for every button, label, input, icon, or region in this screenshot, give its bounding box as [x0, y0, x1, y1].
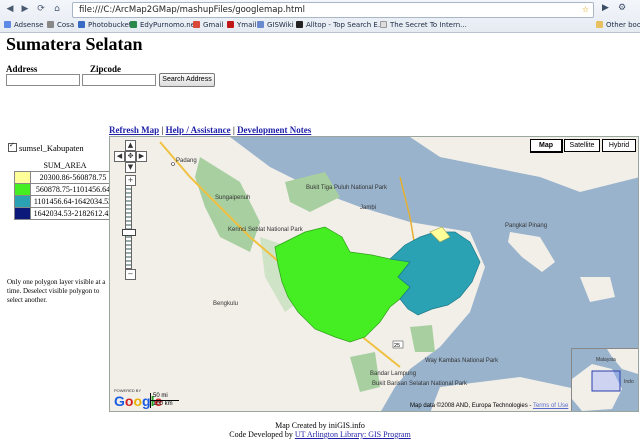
legend-label: 1642034.53-2182612.42: [30, 207, 116, 220]
legend-row: 1101456.64-1642034.53: [14, 195, 116, 208]
layer-name: sumsel_Kabupaten: [19, 143, 84, 153]
map-links: Refresh Map | Help / Assistance | Develo…: [109, 125, 311, 135]
zoom-slider[interactable]: [125, 185, 132, 269]
footer-credit: Map Created by iniGIS.info: [275, 421, 365, 430]
bookmark-edypurnomo[interactable]: EdyPurnomo.net: [130, 21, 198, 30]
place-label: Jambi: [360, 205, 376, 211]
help-link[interactable]: Help / Assistance: [166, 125, 231, 135]
bookmark-star-icon[interactable]: ☆: [582, 3, 589, 17]
legend-swatch: [14, 207, 31, 220]
legend-swatch: [14, 183, 31, 196]
pan-left-icon[interactable]: ◀: [114, 151, 125, 162]
legend-swatch: [14, 195, 31, 208]
bookmark-alltop[interactable]: Alltop - Top Search E...: [296, 21, 385, 30]
tools-menu-icon[interactable]: ⚙: [618, 3, 626, 13]
address-bar-url: file:///C:/ArcMap2GMap/mashupFiles/googl…: [79, 5, 305, 15]
back-icon[interactable]: ◀: [3, 3, 17, 15]
search-address-button[interactable]: Search Address: [159, 73, 215, 87]
place-label: Bengkulu: [213, 301, 238, 307]
place-label: Pangkal Pinang: [505, 223, 547, 229]
place-label: Padang: [176, 158, 197, 164]
bookmark-secret[interactable]: The Secret To Intern...: [380, 21, 467, 30]
place-label: Bukit Tiga Puluh National Park: [306, 185, 388, 191]
reload-icon[interactable]: ⟳: [34, 3, 48, 15]
place-label: Sungaipenuh: [215, 195, 250, 201]
layer-checkbox[interactable]: [8, 141, 17, 152]
link-separator: |: [161, 125, 164, 135]
page-menu-icon[interactable]: ▶: [602, 3, 609, 13]
zipcode-label: Zipcode: [90, 64, 122, 74]
browser-chrome: ◀ ▶ ⟳ ⌂ file:///C:/ArcMap2GMap/mashupFil…: [0, 0, 640, 33]
footer: Map Created by iniGIS.info Code Develope…: [0, 421, 640, 439]
bookmark-giswiki[interactable]: GISWiki: [257, 21, 294, 30]
route-label: 25: [394, 343, 400, 349]
overview-map[interactable]: Malaysia Indo: [571, 348, 638, 411]
zoom-slider-handle[interactable]: [122, 229, 136, 236]
legend-row: 1642034.53-2182612.42: [14, 207, 116, 220]
legend-swatch: [14, 171, 31, 184]
inset-label: Malaysia: [596, 357, 616, 363]
legend-label: 560878.75-1101456.64: [30, 183, 116, 196]
legend-label: 20300.86-560878.75: [30, 171, 116, 184]
scale-bar: 50 mi 100 km: [150, 393, 193, 408]
terms-link[interactable]: Terms of Use: [533, 403, 568, 409]
link-separator: |: [232, 125, 235, 135]
footer-dev: Code Developed by UT Arlington Library: …: [0, 430, 640, 439]
footer-dev-prefix: Code Developed by: [229, 430, 293, 439]
pan-right-icon[interactable]: ▶: [136, 151, 147, 162]
pan-down-icon[interactable]: ▼: [125, 162, 136, 173]
map-canvas: Padang Sungaipenuh Bukit Tiga Puluh Nati…: [110, 137, 638, 411]
legend-field: SUM_AREA: [43, 161, 87, 170]
refresh-map-link[interactable]: Refresh Map: [109, 125, 159, 135]
reset-view-icon[interactable]: ✥: [125, 151, 136, 162]
place-label: Bandar Lampung: [370, 371, 416, 377]
layer-note: Only one polygon layer visible at a time…: [7, 278, 106, 304]
home-icon[interactable]: ⌂: [50, 3, 64, 15]
forward-icon[interactable]: ▶: [18, 3, 32, 15]
ut-arlington-link[interactable]: UT Arlington Library: GIS Program: [295, 430, 411, 439]
inset-label: Indo: [624, 379, 634, 385]
bookmarks-bar: Adsense Cosa Photobucket EdyPurnomo.net …: [0, 19, 640, 32]
layer-toggle[interactable]: sumsel_Kabupaten: [8, 141, 84, 153]
address-input[interactable]: [6, 74, 80, 86]
bookmark-ymail[interactable]: Ymail: [227, 21, 256, 30]
place-label: Kerinci Seblat National Park: [228, 227, 304, 233]
legend-row: 20300.86-560878.75: [14, 171, 116, 184]
bookmark-cosa[interactable]: Cosa: [47, 21, 74, 30]
page-title: Sumatera Selatan: [6, 34, 143, 54]
dev-notes-link[interactable]: Development Notes: [237, 125, 311, 135]
place-label: Way Kambas National Park: [425, 358, 499, 364]
pan-up-icon[interactable]: ▲: [125, 140, 136, 151]
bookmark-photobucket[interactable]: Photobucket: [78, 21, 132, 30]
place-label: Bukit Barisan Selatan National Park: [372, 381, 468, 387]
map-type-satellite[interactable]: Satellite: [564, 139, 600, 152]
legend-table: SUM_AREA 20300.86-560878.75 560878.75-11…: [14, 160, 116, 220]
map-type-map[interactable]: Map: [530, 139, 563, 153]
address-label: Address: [6, 64, 38, 74]
google-map[interactable]: Padang Sungaipenuh Bukit Tiga Puluh Nati…: [109, 136, 639, 412]
overview-canvas: Malaysia Indo: [572, 349, 638, 411]
zipcode-input[interactable]: [82, 74, 156, 86]
address-bar[interactable]: file:///C:/ArcMap2GMap/mashupFiles/googl…: [72, 2, 594, 18]
map-copyright: Map data ©2008 AND, Europa Technologies …: [410, 403, 568, 409]
bookmark-other[interactable]: Other book: [596, 21, 640, 30]
zoom-out-icon[interactable]: −: [125, 269, 136, 280]
bookmark-gmail[interactable]: Gmail: [193, 21, 223, 30]
map-type-hybrid[interactable]: Hybrid: [602, 139, 636, 152]
scale-miles: 50 mi: [150, 393, 179, 401]
legend-label: 1101456.64-1642034.53: [30, 195, 116, 208]
legend-row: 560878.75-1101456.64: [14, 183, 116, 196]
copyright-text: Map data ©2008 AND, Europa Technologies …: [410, 403, 532, 409]
scale-km: 100 km: [150, 401, 193, 408]
bookmark-adsense[interactable]: Adsense: [4, 21, 43, 30]
